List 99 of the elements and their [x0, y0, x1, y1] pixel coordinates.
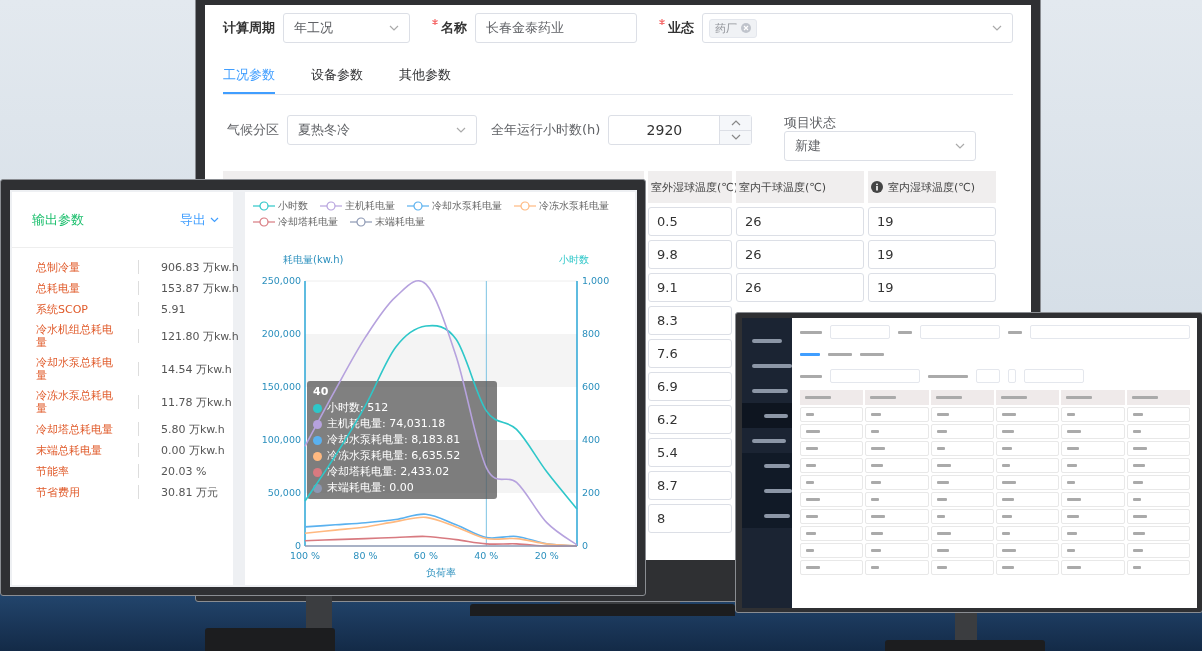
- output-label: 冷却塔总耗电量: [36, 422, 114, 436]
- output-value: 11.78 万kw.h: [161, 395, 233, 409]
- tick-label: 60 %: [413, 550, 438, 561]
- chevron-down-icon: [730, 134, 741, 141]
- caret-icon: [456, 127, 466, 133]
- output-label: 节省费用: [36, 485, 81, 499]
- field-label: 气候分区: [226, 121, 279, 139]
- legend-item[interactable]: 冷却塔耗电量: [253, 215, 338, 229]
- table-cell-field[interactable]: 7.6: [648, 339, 732, 368]
- number-field[interactable]: 2920: [608, 115, 753, 145]
- output-value: 5.80 万kw.h: [161, 422, 226, 436]
- output-label: 冷水机组总耗电量: [36, 323, 114, 349]
- output-value: 0.00 万kw.h: [161, 443, 226, 457]
- table-cell-field[interactable]: 26: [736, 240, 864, 269]
- tick-label: 400: [582, 434, 601, 445]
- output-value: 14.54 万kw.h: [161, 362, 233, 376]
- tick-label: 200: [582, 487, 601, 498]
- legend-item[interactable]: 冷冻水泵耗电量: [514, 199, 609, 213]
- tick-label: 100 %: [289, 550, 321, 561]
- caret-icon: [992, 25, 1002, 31]
- output-label: 节能率: [36, 464, 70, 478]
- tick-label: 600: [582, 381, 601, 392]
- select-field[interactable]: 新建: [784, 131, 977, 161]
- table-cell-field[interactable]: 19: [868, 207, 996, 236]
- output-label: 冷冻水泵总耗电量: [36, 389, 114, 415]
- axis-title: 耗电量(kw.h): [283, 254, 344, 265]
- output-value: 153.87 万kw.h: [161, 281, 240, 295]
- output-label: 末端总耗电量: [36, 443, 103, 457]
- close-icon: [740, 23, 751, 33]
- chevron-up-icon: [730, 119, 741, 126]
- tick-label: 20 %: [534, 550, 559, 561]
- tick-label: 100,000: [261, 434, 301, 445]
- table-cell-field[interactable]: 8: [648, 504, 732, 533]
- field-value: 2920: [645, 121, 684, 140]
- select-field[interactable]: 夏热冬冷: [287, 115, 477, 145]
- tick-label: 800: [582, 328, 601, 339]
- legend-item[interactable]: 小时数: [253, 199, 308, 213]
- tick-label: 150,000: [261, 381, 301, 392]
- tick-label: 80 %: [353, 550, 378, 561]
- legend-item[interactable]: 末端耗电量: [350, 215, 425, 229]
- axis-title: 小时数: [559, 254, 589, 265]
- tick-label: 50,000: [267, 487, 301, 498]
- tooltip-item: 末端耗电量: 0.00: [327, 480, 414, 496]
- tick-label: 40 %: [474, 550, 499, 561]
- legend-item[interactable]: 主机耗电量: [320, 199, 395, 213]
- field-label: 项目状态: [784, 115, 838, 131]
- tab[interactable]: 其他参数: [399, 65, 451, 94]
- table-cell-field[interactable]: 8.7: [648, 471, 732, 500]
- monitor-stand: [306, 595, 332, 629]
- tab[interactable]: 设备参数: [311, 65, 363, 94]
- select-value: 年工况: [294, 19, 333, 37]
- table-cell-field[interactable]: 6.2: [648, 405, 732, 434]
- caret-icon: [389, 25, 400, 31]
- table-cell-field[interactable]: 26: [736, 207, 864, 236]
- chevron-down-icon: [210, 216, 219, 223]
- output-value: 5.91: [161, 302, 187, 316]
- caret-icon: [955, 143, 966, 149]
- table-cell-field[interactable]: 6.9: [648, 372, 732, 401]
- tick-label: 0: [582, 540, 589, 551]
- tooltip-title: 40: [313, 384, 330, 400]
- output-value: 906.83 万kw.h: [161, 260, 240, 274]
- tag-text: 药厂: [714, 20, 737, 36]
- output-label: 总制冷量: [36, 260, 81, 274]
- output-label: 系统SCOP: [36, 302, 89, 316]
- field-label: 全年运行小时数(h): [490, 121, 601, 139]
- panel-title: 输出参数: [32, 210, 84, 229]
- output-value: 121.80 万kw.h: [161, 329, 240, 343]
- info-icon: [871, 181, 883, 193]
- select-field[interactable]: 年工况: [283, 13, 411, 43]
- tick-label: 1,000: [582, 275, 610, 286]
- table-cell-field[interactable]: 5.4: [648, 438, 732, 467]
- field-label: 计算周期: [223, 19, 275, 37]
- field-label: 名称: [441, 19, 468, 37]
- table-cell-field[interactable]: 0.5: [648, 207, 732, 236]
- axis-title: 负荷率: [426, 567, 456, 578]
- output-value: 30.81 万元: [161, 485, 219, 499]
- column-title: 室内干球温度(℃): [739, 179, 826, 195]
- table-cell-field[interactable]: 26: [736, 273, 864, 302]
- legend-item[interactable]: 冷却水泵耗电量: [407, 199, 502, 213]
- output-value: 20.03 %: [161, 464, 208, 478]
- select-value: 新建: [795, 137, 822, 155]
- table-cell-field[interactable]: 19: [868, 240, 996, 269]
- tick-label: 0: [294, 540, 301, 551]
- field-value: 长春金泰药业: [486, 19, 565, 37]
- table-cell-field[interactable]: 9.8: [648, 240, 732, 269]
- output-label: 冷却水泵总耗电量: [36, 356, 114, 382]
- tooltip-item: 冷却塔耗电量: 2,433.02: [327, 464, 450, 480]
- output-label: 总耗电量: [36, 281, 81, 295]
- table-cell-field[interactable]: 9.1: [648, 273, 732, 302]
- tick-label: 200,000: [261, 328, 301, 339]
- select-value: 夏热冬冷: [298, 121, 350, 139]
- monitor-stand: [955, 612, 977, 640]
- table-cell-field[interactable]: 19: [868, 273, 996, 302]
- tick-label: 250,000: [261, 275, 301, 286]
- table-cell-field[interactable]: 8.3: [648, 306, 732, 335]
- field-label: 业态: [667, 19, 694, 37]
- column-title: 室内湿球温度(℃): [888, 179, 975, 195]
- text-field[interactable]: 长春金泰药业: [475, 13, 637, 43]
- tooltip-item: 小时数: 512: [327, 400, 389, 416]
